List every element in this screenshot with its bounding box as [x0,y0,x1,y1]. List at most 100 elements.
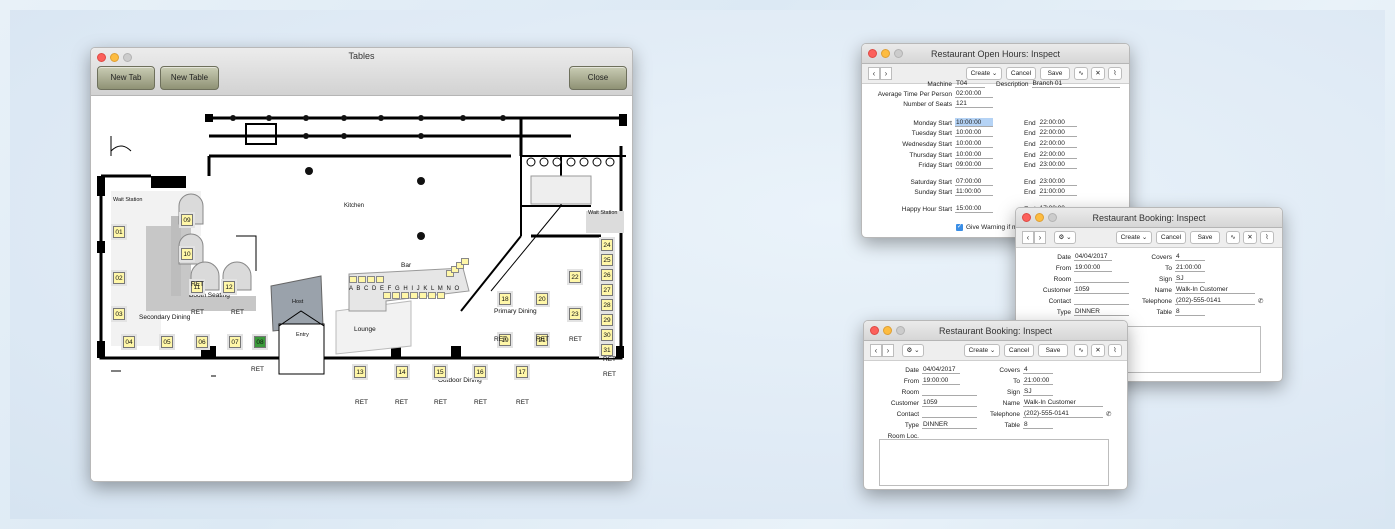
start-time-field[interactable]: 10:00:00 [955,150,993,159]
cancel-button[interactable]: Cancel [1156,231,1186,244]
zoom-window-icon[interactable] [894,49,903,58]
name-field[interactable]: Walk-In Customer [1175,285,1255,294]
table-29[interactable]: 29 [601,314,613,326]
bar-seat[interactable] [349,276,357,283]
settings-gear-icon[interactable]: ⚙ ⌄ [1054,231,1076,244]
covers-field[interactable]: 4 [1023,365,1053,374]
back-arrow-icon[interactable]: ‹ [868,67,880,80]
table-field[interactable]: 8 [1023,420,1053,429]
attach-icon[interactable]: ⌇ [1108,344,1122,357]
close-button[interactable]: Close [569,66,627,90]
table-03[interactable]: 03 [113,308,125,320]
table-08[interactable]: 08 [254,336,266,348]
table-10[interactable]: 10 [181,248,193,260]
from-field[interactable]: 19:00:00 [922,376,960,385]
minimize-window-icon[interactable] [110,53,119,62]
start-time-field[interactable]: 11:00:00 [955,187,993,196]
table-16[interactable]: 16 [474,366,486,378]
table-05[interactable]: 05 [161,336,173,348]
table-06[interactable]: 06 [196,336,208,348]
table-26[interactable]: 26 [601,269,613,281]
machine-field[interactable]: T04 [955,79,985,88]
close-window-icon[interactable] [1022,213,1031,222]
customer-field[interactable]: 1059 [922,398,977,407]
end-time-field[interactable]: 21:00:00 [1038,187,1077,196]
bar-seat[interactable] [367,276,375,283]
minimize-window-icon[interactable] [883,326,892,335]
table-01[interactable]: 01 [113,226,125,238]
start-time-field[interactable]: 07:00:00 [955,177,993,186]
table-field[interactable]: 8 [1175,307,1205,316]
table-27[interactable]: 27 [601,284,613,296]
seats-field[interactable]: 121 [955,99,993,108]
end-time-field[interactable]: 22:00:00 [1038,139,1077,148]
start-time-field[interactable]: 10:00:00 [955,118,993,127]
table-02[interactable]: 02 [113,272,125,284]
bar-seat[interactable] [358,276,366,283]
table-31[interactable]: 31 [601,344,613,356]
end-time-field[interactable]: 22:00:00 [1038,150,1077,159]
table-23[interactable]: 23 [569,308,581,320]
table-15[interactable]: 15 [434,366,446,378]
bar-seat[interactable] [383,292,391,299]
telephone-field[interactable]: (202)-555-0141 [1023,409,1103,418]
from-field[interactable]: 19:00:00 [1074,263,1112,272]
sign-field[interactable]: SJ [1175,274,1205,283]
close-window-icon[interactable] [97,53,106,62]
bar-seat[interactable] [401,292,409,299]
end-time-field[interactable]: 23:00:00 [1038,160,1077,169]
back-arrow-icon[interactable]: ‹ [870,344,882,357]
graph-icon[interactable]: ∿ [1226,231,1240,244]
forward-arrow-icon[interactable]: › [880,67,892,80]
table-09[interactable]: 09 [181,214,193,226]
new-table-button[interactable]: New Table [160,66,219,90]
cancel-button[interactable]: Cancel [1004,344,1034,357]
save-button[interactable]: Save [1038,344,1068,357]
expand-icon[interactable]: ✕ [1091,344,1105,357]
date-field[interactable]: 04/04/2017 [1074,252,1112,261]
zoom-window-icon[interactable] [896,326,905,335]
bar-seat[interactable] [419,292,427,299]
attach-icon[interactable]: ⌇ [1260,231,1274,244]
create-button[interactable]: Create ⌄ [1116,231,1152,244]
table-18[interactable]: 18 [499,293,511,305]
end-time-field[interactable]: 23:00:00 [1038,177,1077,186]
bar-seat[interactable] [428,292,436,299]
description-field[interactable]: Branch 01 [1031,79,1120,88]
table-07[interactable]: 07 [229,336,241,348]
zoom-window-icon[interactable] [123,53,132,62]
new-tab-button[interactable]: New Tab [97,66,155,90]
close-window-icon[interactable] [868,49,877,58]
start-time-field[interactable]: 09:00:00 [955,160,993,169]
type-field[interactable]: DINNER [922,420,977,429]
notes-textarea[interactable] [879,439,1109,486]
room-field[interactable] [922,387,977,396]
close-window-icon[interactable] [870,326,879,335]
table-25[interactable]: 25 [601,254,613,266]
date-field[interactable]: 04/04/2017 [922,365,960,374]
type-field[interactable]: DINNER [1074,307,1129,316]
bar-seat[interactable] [392,292,400,299]
table-20[interactable]: 20 [536,293,548,305]
checkbox-checked-icon[interactable]: ✓ [956,224,963,231]
phone-icon[interactable]: ✆ [1258,297,1263,305]
graph-icon[interactable]: ∿ [1074,344,1088,357]
bar-seat[interactable] [437,292,445,299]
settings-gear-icon[interactable]: ⚙ ⌄ [902,344,924,357]
minimize-window-icon[interactable] [881,49,890,58]
room-field[interactable] [1074,274,1129,283]
table-28[interactable]: 28 [601,299,613,311]
customer-field[interactable]: 1059 [1074,285,1129,294]
forward-arrow-icon[interactable]: › [882,344,894,357]
contact-field[interactable] [1074,296,1129,305]
bar-seat[interactable] [410,292,418,299]
create-button[interactable]: Create ⌄ [964,344,1000,357]
start-time-field[interactable]: 10:00:00 [955,128,993,137]
telephone-field[interactable]: (202)-555-0141 [1175,296,1255,305]
to-field[interactable]: 21:00:00 [1023,376,1053,385]
bar-seat[interactable] [376,276,384,283]
expand-icon[interactable]: ✕ [1243,231,1257,244]
table-17[interactable]: 17 [516,366,528,378]
contact-field[interactable] [922,409,977,418]
table-04[interactable]: 04 [123,336,135,348]
